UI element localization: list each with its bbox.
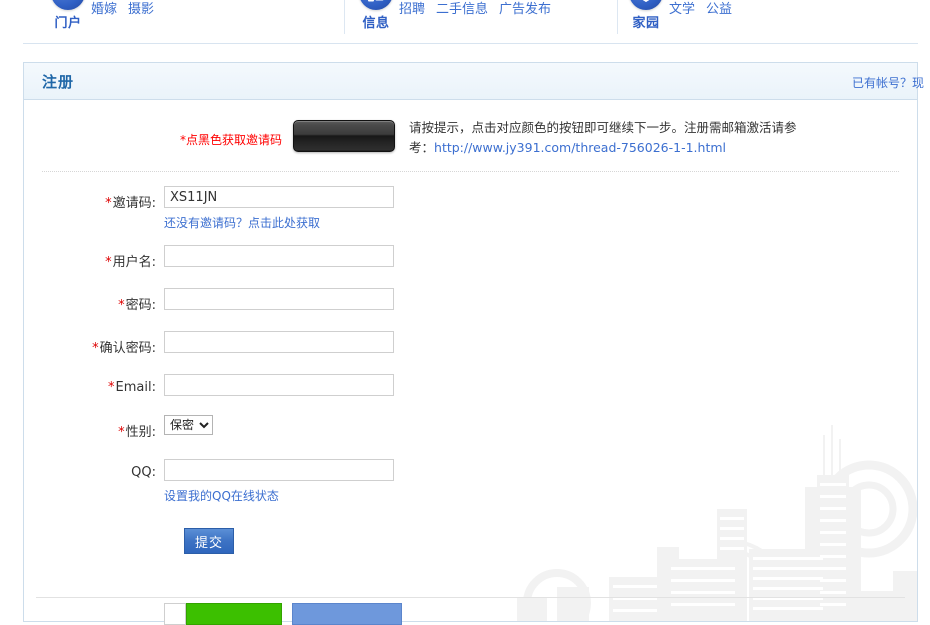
username-input[interactable] — [164, 245, 394, 267]
nav-link[interactable]: 招聘 — [399, 0, 425, 20]
nav-links-row: 文学公益 — [669, 0, 917, 20]
qq-hint[interactable]: 设置我的QQ在线状态 — [164, 487, 394, 504]
page-title: 注册 — [42, 71, 74, 92]
notice-row: *点黑色获取邀请码 请按提示，点击对应颜色的按钮即可继续下一步。注册需邮箱激活请… — [42, 114, 899, 172]
nav-group-portal-label: 门户 — [45, 12, 91, 31]
field-row-invite: *邀请码: 还没有邀请码？点击此处获取 — [24, 186, 917, 231]
bottom-partial-buttons — [164, 603, 402, 625]
nav-group-portal-links: 房产家居汽车交友美食 婚嫁摄影 — [91, 0, 276, 20]
top-category-nav: 门户 房产家居汽车交友美食 婚嫁摄影 信息 — [23, 0, 918, 44]
control-password — [164, 288, 394, 310]
nav-group-home-links: 就论天下交友户外单车情感宠物 文学公益 — [669, 0, 917, 20]
nav-link[interactable]: 摄影 — [128, 0, 154, 20]
label-qq-text: QQ: — [131, 465, 156, 480]
have-account-link-text[interactable]: 已有帐号？现 — [852, 76, 924, 90]
required-star: * — [118, 425, 125, 440]
notice-text: 请按提示，点击对应颜色的按钮即可继续下一步。注册需邮箱激活请参考：http://… — [409, 114, 809, 158]
label-password: *密码: — [24, 288, 164, 313]
nav-group-home-label: 家园 — [623, 12, 669, 31]
bottom-button-plain[interactable] — [164, 603, 186, 625]
nav-link[interactable]: 文学 — [669, 0, 695, 20]
nav-group-info: 信息 求职房屋租售便民资讯 招聘二手信息广告发布 — [353, 0, 618, 42]
password-input[interactable] — [164, 288, 394, 310]
qq-hint-link[interactable]: 设置我的QQ在线状态 — [164, 489, 279, 503]
nav-group-info-icon-wrap[interactable]: 信息 — [353, 0, 399, 31]
email-input[interactable] — [164, 374, 394, 396]
registration-header-bar: 注册 已有帐号？现 — [24, 62, 917, 100]
control-invite: 还没有邀请码？点击此处获取 — [164, 186, 394, 231]
label-email: *Email: — [24, 374, 164, 395]
label-email-text: Email: — [116, 380, 156, 395]
label-username-text: 用户名: — [113, 255, 156, 270]
label-invite: *邀请码: — [24, 186, 164, 211]
invite-hint[interactable]: 还没有邀请码？点击此处获取 — [164, 214, 394, 231]
submit-button[interactable]: 提交 — [184, 528, 234, 554]
required-star: * — [92, 341, 99, 356]
nav-group-info-label: 信息 — [353, 12, 399, 31]
nav-links-row: 婚嫁摄影 — [91, 0, 276, 20]
label-password-confirm: *确认密码: — [24, 331, 164, 356]
nav-group-info-links: 求职房屋租售便民资讯 招聘二手信息广告发布 — [399, 0, 562, 20]
nav-group-home-icon-wrap[interactable]: 家园 — [623, 0, 669, 31]
field-row-qq: QQ: 设置我的QQ在线状态 — [24, 459, 917, 504]
label-password-text: 密码: — [126, 298, 156, 313]
control-gender: 保密男女 — [164, 415, 213, 435]
required-star: * — [108, 380, 115, 395]
bottom-button-green[interactable] — [186, 603, 282, 625]
have-account-link[interactable]: 已有帐号？现 — [852, 74, 926, 91]
user-shield-icon — [629, 0, 663, 10]
nav-link[interactable]: 婚嫁 — [91, 0, 117, 20]
invite-hint-link[interactable]: 还没有邀请码？点击此处获取 — [164, 216, 320, 230]
bottom-divider — [36, 597, 905, 598]
documents-icon — [359, 0, 393, 10]
nav-link[interactable]: 广告发布 — [499, 0, 551, 20]
label-gender: *性别: — [24, 415, 164, 440]
field-row-password: *密码: — [24, 288, 917, 313]
password-confirm-input[interactable] — [164, 331, 394, 353]
invite-code-input[interactable] — [164, 186, 394, 208]
nav-group-portal-icon-wrap[interactable]: 门户 — [45, 0, 91, 31]
field-row-password-confirm: *确认密码: — [24, 331, 917, 356]
required-star: * — [105, 196, 112, 211]
registration-panel: 注册 已有帐号？现 *点黑色获取邀请码 请按提示，点击对应颜色的按钮即可继续下一… — [23, 62, 918, 622]
get-invite-code-black-button[interactable] — [293, 120, 395, 152]
control-password-confirm — [164, 331, 394, 353]
label-qq: QQ: — [24, 459, 164, 480]
control-username — [164, 245, 394, 267]
label-username: *用户名: — [24, 245, 164, 270]
required-star: * — [105, 255, 112, 270]
control-qq: 设置我的QQ在线状态 — [164, 459, 394, 504]
black-button-tip: *点黑色获取邀请码 — [152, 114, 282, 148]
nav-link[interactable]: 二手信息 — [436, 0, 488, 20]
qq-input[interactable] — [164, 459, 394, 481]
control-email — [164, 374, 394, 396]
notice-reference-link[interactable]: http://www.jy391.com/thread-756026-1-1.h… — [434, 140, 726, 155]
gender-select[interactable]: 保密男女 — [164, 415, 213, 435]
submit-row: 提交 — [24, 528, 917, 554]
required-star: * — [118, 298, 125, 313]
nav-group-home: 家园 就论天下交友户外单车情感宠物 文学公益 — [623, 0, 923, 42]
field-row-gender: *性别: 保密男女 — [24, 415, 917, 440]
bottom-button-blue[interactable] — [292, 603, 402, 625]
label-gender-text: 性别: — [126, 425, 156, 440]
portal-pillar-icon — [51, 0, 85, 10]
label-password-confirm-text: 确认密码: — [100, 341, 156, 356]
nav-group-portal: 门户 房产家居汽车交友美食 婚嫁摄影 — [45, 0, 345, 42]
nav-link[interactable]: 公益 — [706, 0, 732, 20]
label-invite-text: 邀请码: — [113, 196, 156, 211]
field-row-username: *用户名: — [24, 245, 917, 270]
registration-form: *邀请码: 还没有邀请码？点击此处获取 *用户名: *密码: *确认密码: — [24, 186, 917, 554]
nav-links-row: 招聘二手信息广告发布 — [399, 0, 562, 20]
field-row-email: *Email: — [24, 374, 917, 396]
